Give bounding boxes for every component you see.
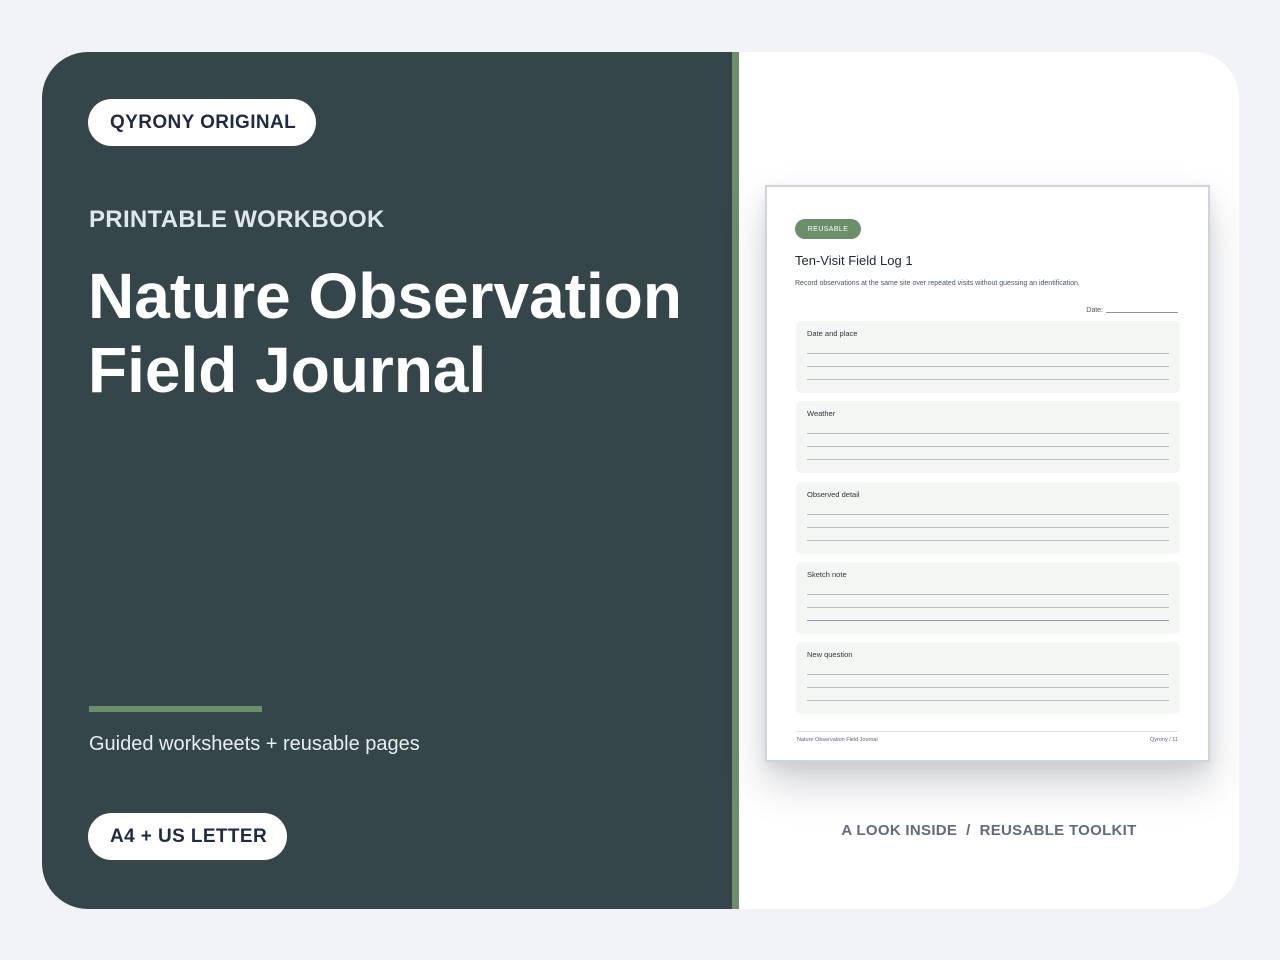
field-box: New question [796,642,1180,714]
writing-line [807,527,1169,528]
preview-caption: A LOOK INSIDE / REUSABLE TOOLKIT [841,822,1137,839]
date-label: Date: [1086,307,1103,314]
writing-line [807,366,1169,367]
kicker-label: PRINTABLE WORKBOOK [89,206,385,233]
field-box: Date and place [796,321,1180,393]
sheet-title: Ten-Visit Field Log 1 [795,253,913,268]
sheet-footer-title: Nature Observation Field Journal [797,737,878,743]
writing-line [807,687,1169,688]
field-box: Sketch note [796,562,1180,634]
reusable-tag: REUSABLE [795,219,861,239]
cover-panel: QYRONY ORIGINAL PRINTABLE WORKBOOK Natur… [42,52,732,909]
writing-line [807,459,1169,460]
writing-line [807,514,1169,515]
writing-line [807,540,1169,541]
writing-line [807,674,1169,675]
writing-line [807,353,1169,354]
product-card: QYRONY ORIGINAL PRINTABLE WORKBOOK Natur… [42,52,1239,909]
preview-sheet: REUSABLE Ten-Visit Field Log 1 Record ob… [765,185,1210,762]
date-field: Date: [1086,307,1178,314]
writing-line [807,433,1169,434]
preview-page: REUSABLE Ten-Visit Field Log 1 Record ob… [767,187,1208,760]
field-label: New question [807,650,853,659]
cover-title: Nature Observation Field Journal [88,260,682,406]
writing-line [807,379,1169,380]
writing-line [807,607,1169,608]
field-label: Date and place [807,329,858,338]
sheet-page-number: Qyrony / 11 [1149,737,1178,743]
field-label: Sketch note [807,570,847,579]
field-box: Observed detail [796,482,1180,554]
writing-line [807,620,1169,621]
cover-subtitle: Guided worksheets + reusable pages [89,733,420,755]
writing-line [807,700,1169,701]
brand-badge: QYRONY ORIGINAL [88,99,316,146]
date-line [1106,312,1178,313]
field-box: Weather [796,401,1180,473]
format-badge: A4 + US LETTER [88,813,287,860]
footer-rule [796,731,1178,732]
spine-bar [732,52,739,909]
field-label: Observed detail [807,490,860,499]
accent-divider [89,706,262,712]
sheet-description: Record observations at the same site ove… [795,280,1080,287]
writing-line [807,594,1169,595]
writing-line [807,446,1169,447]
field-label: Weather [807,409,836,418]
